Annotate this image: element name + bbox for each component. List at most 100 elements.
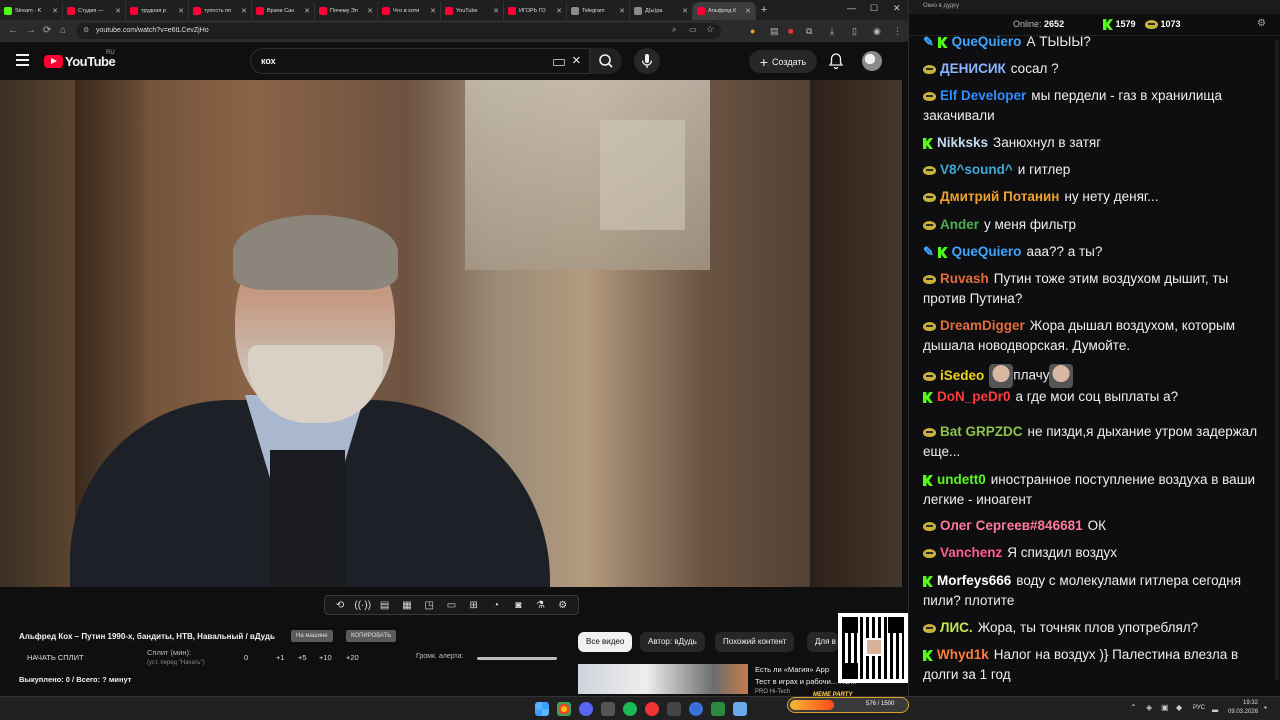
url-bar[interactable]: ⚙ youtube.com/watch?v=e6tLCevZjHo ⌕ ▭ ☆ [76,23,721,39]
search-button[interactable] [590,48,622,74]
browser-tab[interactable]: трудная р ✕ [126,2,189,20]
tray-app-icon[interactable]: ◈ [1146,703,1152,712]
tray-expand-icon[interactable]: ⌃ [1130,703,1137,712]
clock-date[interactable]: 09.03.2026 [1228,709,1258,715]
downloads-icon[interactable]: ⤓ [830,26,834,37]
speed-icon[interactable]: ◔ [488,600,504,611]
browser-tab[interactable]: Студия — ✕ [63,2,126,20]
tray-app2-icon[interactable]: ▣ [1161,703,1169,712]
recommendation-thumbnail[interactable] [578,664,748,694]
chat-username[interactable]: iSedeo [940,368,984,383]
on-machine-chip[interactable]: На машине [291,630,333,642]
tab-close-icon[interactable]: ✕ [115,7,121,15]
split-value[interactable]: 0 [244,653,248,662]
chrome-taskbar-icon[interactable] [557,702,571,716]
chat-username[interactable]: Vanchenz [940,545,1002,560]
chat-username[interactable]: Дмитрий Потанин [940,189,1059,204]
tab-close-icon[interactable]: ✕ [619,7,625,15]
clock-time[interactable]: 19:32 [1228,700,1258,706]
cast-icon[interactable]: ▭ [689,25,697,34]
extension-list-icon[interactable]: ▤ [770,26,779,37]
extensions-puzzle-icon[interactable]: ⧉ [806,26,812,37]
close-window-icon[interactable]: ✕ [893,3,901,14]
chat-scrollbar[interactable] [1275,40,1279,680]
input-language[interactable]: РУС [1193,705,1205,711]
minimize-window-icon[interactable]: — [847,3,856,13]
tray-app3-icon[interactable]: ◆ [1176,703,1182,712]
chat-username[interactable]: DreamDigger [940,318,1025,333]
alert-volume-slider[interactable] [477,657,557,660]
grid-taskbar-icon[interactable] [711,702,725,716]
split-plus-10-button[interactable]: +10 [319,653,332,662]
browser-tab[interactable]: Telegram ✕ [567,2,630,20]
tab-close-icon[interactable]: ✕ [178,7,184,15]
site-info-icon[interactable]: ⚙ [83,26,89,34]
browser-tab[interactable]: YouTube ✕ [441,2,504,20]
create-button[interactable]: + Создать [749,50,817,73]
chat-username[interactable]: ЛИС. [940,620,973,635]
home-icon[interactable]: ⌂ [60,25,66,36]
browser-tab[interactable]: ИГОРЬ ГО ✕ [504,2,567,20]
browser-menu-icon[interactable]: ⋮ [893,26,902,37]
network-icon[interactable]: ▂ [1212,703,1218,712]
chat-username[interactable]: Олег Сергеев#846681 [940,518,1083,533]
profile-icon[interactable]: ◉ [873,26,881,37]
recommendation-title[interactable]: Есть ли «Магия» App [755,665,829,674]
chat-username[interactable]: undett0 [937,472,986,487]
gamepad-taskbar-icon[interactable] [667,702,681,716]
extension-adblock-icon[interactable]: ■ [788,26,793,36]
new-tab-icon[interactable]: + [756,4,772,16]
browser-tab[interactable]: Д(ы)ра ✕ [630,2,693,20]
tab-close-icon[interactable]: ✕ [556,7,562,15]
subtitles-icon[interactable]: ▭ [443,600,459,611]
filter-chip-similar[interactable]: Похожий контент [715,632,795,652]
tab-close-icon[interactable]: ✕ [745,7,751,15]
account-avatar[interactable] [862,51,882,71]
bookmark-star-icon[interactable]: ☆ [706,24,714,35]
screenshot-icon[interactable]: ◙ [510,600,526,611]
start-menu-icon[interactable] [535,702,549,716]
chat-username[interactable]: Bat GRPZDC [940,424,1023,439]
filter-chip-author[interactable]: Автор: вДудь [640,632,705,652]
maximize-window-icon[interactable]: ☐ [870,3,878,14]
tab-close-icon[interactable]: ✕ [682,7,688,15]
add-video-icon[interactable]: ⊞ [466,600,482,611]
flask-icon[interactable]: ⚗ [533,600,549,611]
discord-taskbar-icon[interactable] [579,702,593,716]
split-plus-20-button[interactable]: +20 [346,653,359,662]
chat-username[interactable]: QueQuiero [952,36,1022,49]
chat-username[interactable]: Ruvash [940,271,989,286]
chat-username[interactable]: V8^sound^ [940,162,1013,177]
spotify-taskbar-icon[interactable] [623,702,637,716]
active-app-taskbar-icon[interactable] [733,702,747,716]
broadcast-icon[interactable]: ((·)) [354,600,371,611]
recommendation-channel[interactable]: PRO Hi-Tech [755,689,790,695]
browser-tab[interactable]: тупость по ✕ [189,2,252,20]
split-plus-5-button[interactable]: +5 [298,653,307,662]
pip-icon[interactable]: ◳ [421,600,437,611]
settings-icon[interactable]: ⚙ [555,600,571,611]
browser-tab[interactable]: Врачи Сан ✕ [252,2,315,20]
clear-search-icon[interactable]: × [572,52,581,69]
tab-close-icon[interactable]: ✕ [304,7,310,15]
menu-icon[interactable] [16,54,29,69]
chat-username[interactable]: Whyd1k [937,647,989,662]
notification-center-icon[interactable]: ▪ [1264,703,1267,712]
browser-tab[interactable]: Stream - K ✕ [0,2,63,20]
stats-icon[interactable]: ▤ [377,600,393,611]
tab-close-icon[interactable]: ✕ [367,7,373,15]
chat-username[interactable]: DoN_peDr0 [937,389,1011,404]
chat-username[interactable]: QueQuiero [952,244,1022,259]
voice-search-button[interactable] [634,48,660,74]
keyboard-icon[interactable] [553,59,565,66]
search-input[interactable]: кох × [250,48,590,74]
tab-close-icon[interactable]: ✕ [52,7,58,15]
chat-username[interactable]: ДЕНИСИК [940,61,1006,76]
tab-close-icon[interactable]: ✕ [241,7,247,15]
back-icon[interactable]: ← [8,25,18,36]
tab-close-icon[interactable]: ✕ [430,7,436,15]
youtube-logo[interactable]: YouTube RU [44,50,116,69]
browser-tab[interactable]: Альфред К ✕ [693,2,756,20]
film-icon[interactable]: ▦ [399,600,415,611]
extension-cookie-icon[interactable]: ● [750,26,755,36]
